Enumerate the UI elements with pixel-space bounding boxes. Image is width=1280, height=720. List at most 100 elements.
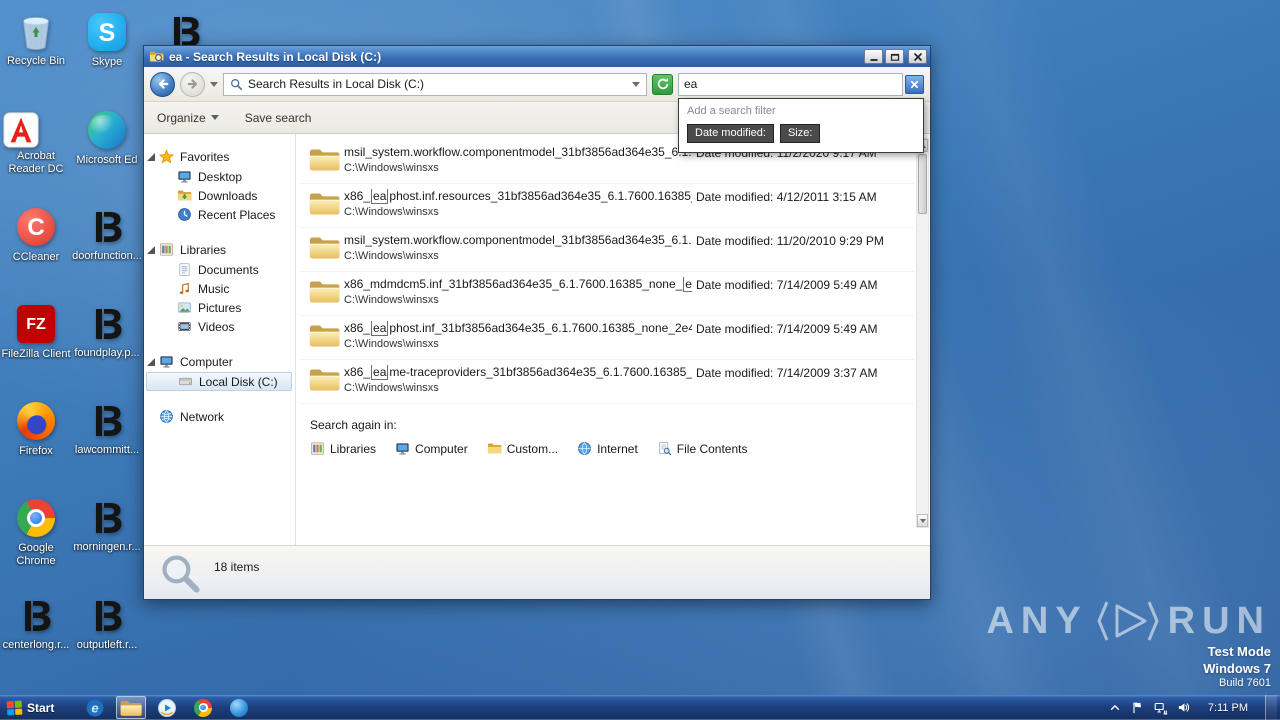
search-highlight: ea [371, 321, 389, 336]
sample-file-icon [87, 596, 127, 636]
filter-size[interactable]: Size: [779, 123, 821, 143]
desktop-icon-morningen[interactable]: morningen.r... [72, 498, 142, 554]
taskbar-chrome-button[interactable] [188, 696, 218, 719]
desktop-icon-label: centerlong.r... [2, 639, 70, 651]
file-date: Date modified: 7/14/2009 5:49 AM [696, 278, 878, 292]
taskbar-browser-button[interactable] [224, 696, 254, 719]
desktop-icon-doorfunction[interactable]: doorfunction... [72, 207, 142, 263]
desktop-icon-edge[interactable]: Microsoft Ed [72, 110, 142, 167]
scroll-down-button[interactable] [917, 514, 928, 527]
desktop-icon-ccleaner[interactable]: C CCleaner [1, 207, 71, 264]
taskbar-explorer-button[interactable] [116, 696, 147, 719]
search-again-custom[interactable]: Custom... [487, 441, 558, 456]
desktop-icon-centerlong[interactable]: centerlong.r... [1, 596, 71, 652]
show-hidden-icons-button[interactable] [1108, 701, 1122, 715]
sidebar-item-local-disk-c[interactable]: Local Disk (C:) [146, 372, 292, 391]
taskbar-media-player-button[interactable] [152, 696, 182, 719]
desktop-icon-lawcommitt[interactable]: lawcommitt... [72, 401, 142, 457]
sidebar-item-recent-places[interactable]: Recent Places [144, 205, 295, 224]
desktop-icon-filezilla[interactable]: FZ FileZilla Client [1, 304, 71, 361]
sidebar-label: Pictures [198, 300, 242, 315]
file-name-part: x86_ [344, 365, 371, 379]
chevron-down-icon [210, 115, 219, 120]
taskbar-clock[interactable]: 7:11 PM [1200, 702, 1256, 714]
sidebar-item-documents[interactable]: Documents [144, 260, 295, 279]
minimize-button[interactable] [864, 49, 883, 64]
start-button[interactable]: Start [0, 695, 64, 720]
search-again-libraries[interactable]: Libraries [310, 441, 376, 456]
sidebar-item-videos[interactable]: Videos [144, 317, 295, 336]
file-name-part: x86_ [344, 321, 371, 335]
expander-icon[interactable] [147, 153, 155, 161]
scrollbar-thumb[interactable] [918, 154, 927, 214]
sidebar-item-pictures[interactable]: Pictures [144, 298, 295, 317]
save-search-button[interactable]: Save search [245, 111, 312, 125]
organize-label: Organize [157, 110, 206, 125]
desktop-icon-recycle-bin[interactable]: Recycle Bin [1, 12, 71, 68]
ccleaner-icon: C [16, 208, 56, 248]
window-title: ea - Search Results in Local Disk (C:) [169, 49, 382, 64]
hard-drive-icon [179, 377, 192, 386]
forward-button[interactable] [180, 71, 205, 97]
sidebar-item-computer[interactable]: Computer [144, 351, 295, 372]
file-row[interactable]: x86_ ea me-traceproviders_31bf3856ad364e35… [300, 360, 914, 404]
taskbar-internet-explorer-button[interactable]: e [80, 696, 110, 719]
desktop-icon-firefox[interactable]: Firefox [1, 401, 71, 458]
expander-icon[interactable] [147, 246, 155, 254]
file-row[interactable]: x86_ ea phost.inf.resources_31bf3856ad364e… [300, 184, 914, 228]
search-again-internet[interactable]: Internet [577, 441, 638, 456]
refresh-button[interactable] [652, 73, 673, 95]
vertical-scrollbar[interactable] [916, 138, 929, 528]
show-desktop-button[interactable] [1265, 695, 1277, 720]
maximize-button[interactable] [885, 49, 904, 64]
address-dropdown-arrow[interactable] [632, 81, 640, 87]
sidebar-item-network[interactable]: Network [144, 406, 295, 427]
desktop-icon-skype[interactable]: S Skype [72, 12, 142, 69]
sidebar-item-libraries[interactable]: Libraries [144, 239, 295, 260]
search-again-option-label: Internet [597, 441, 638, 456]
sidebar-item-music[interactable]: Music [144, 279, 295, 298]
sidebar-item-desktop[interactable]: Desktop [144, 167, 295, 186]
volume-button[interactable] [1177, 701, 1191, 715]
expander-icon[interactable] [147, 358, 155, 366]
file-path: C:\Windows\winsxs [344, 162, 439, 174]
desktop-icon-label: Microsoft Ed [76, 154, 138, 166]
file-name: msil_system.workflow.componentmodel_31bf… [344, 145, 692, 160]
search-input[interactable] [684, 77, 897, 91]
search-again-file-contents[interactable]: File Contents [657, 441, 747, 456]
clear-search-button[interactable] [905, 74, 924, 94]
sidebar-item-downloads[interactable]: Downloads [144, 186, 295, 205]
chrome-icon [194, 698, 213, 717]
desktop-icon-outputleft[interactable]: outputleft.r... [72, 596, 142, 652]
search-box[interactable] [678, 72, 903, 96]
folder-icon [309, 237, 340, 259]
sidebar-label: Music [198, 281, 230, 296]
start-label: Start [27, 700, 55, 715]
filter-date-modified[interactable]: Date modified: [687, 123, 774, 143]
close-button[interactable] [908, 49, 927, 64]
file-row[interactable]: x86_mdmdcm5.inf_31bf3856ad364e35_6.1.760… [300, 272, 914, 316]
back-button[interactable] [150, 71, 175, 97]
organize-button[interactable]: Organize [157, 111, 219, 125]
search-again-computer[interactable]: Computer [395, 441, 468, 456]
watermark-build: Build 7601 [1219, 677, 1271, 689]
desktop-icon-label: foundplay.p... [74, 347, 140, 359]
titlebar[interactable]: ea - Search Results in Local Disk (C:) [144, 46, 930, 67]
address-bar[interactable]: Search Results in Local Disk (C:) [223, 72, 647, 96]
chevron-up-icon [1110, 704, 1119, 710]
search-again-label: Search again in: [310, 418, 397, 432]
history-dropdown-button[interactable] [210, 81, 218, 87]
sidebar-item-favorites[interactable]: Favorites [144, 146, 295, 167]
network-status-button[interactable] [1154, 701, 1168, 715]
forward-arrow-icon [187, 79, 197, 89]
desktop-icon-acrobat[interactable]: Acrobat Reader DC [1, 110, 71, 176]
action-center-button[interactable] [1131, 701, 1145, 715]
desktop-icon-chrome[interactable]: Google Chrome [1, 498, 71, 568]
desktop-icon-foundplay[interactable]: foundplay.p... [72, 304, 142, 360]
search-again-option-label: Computer [415, 441, 468, 456]
file-row[interactable]: msil_system.workflow.componentmodel_31bf… [300, 228, 914, 272]
desktop-icon-label: FileZilla Client [1, 348, 71, 360]
file-row[interactable]: x86_ ea phost.inf_31bf3856ad364e35_6.1.760… [300, 316, 914, 360]
watermark-run: RUN [1167, 600, 1271, 642]
sample-file-icon [87, 401, 127, 441]
